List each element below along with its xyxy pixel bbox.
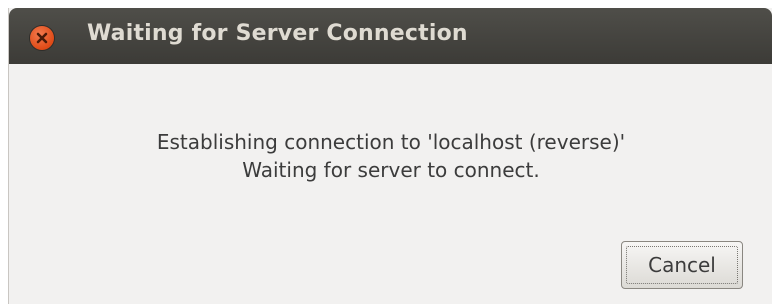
status-message: Establishing connection to 'localhost (r… <box>9 128 772 184</box>
cancel-button-label: Cancel <box>648 253 716 277</box>
dialog-window: Waiting for Server Connection Establishi… <box>8 8 772 304</box>
window-title: Waiting for Server Connection <box>87 21 468 46</box>
close-icon <box>36 32 48 44</box>
status-message-line-connecting: Establishing connection to 'localhost (r… <box>156 130 626 154</box>
cancel-button[interactable]: Cancel <box>621 241 743 289</box>
close-button[interactable] <box>30 26 54 50</box>
status-message-line-waiting: Waiting for server to connect. <box>242 158 540 182</box>
title-bar[interactable]: Waiting for Server Connection <box>9 8 772 64</box>
